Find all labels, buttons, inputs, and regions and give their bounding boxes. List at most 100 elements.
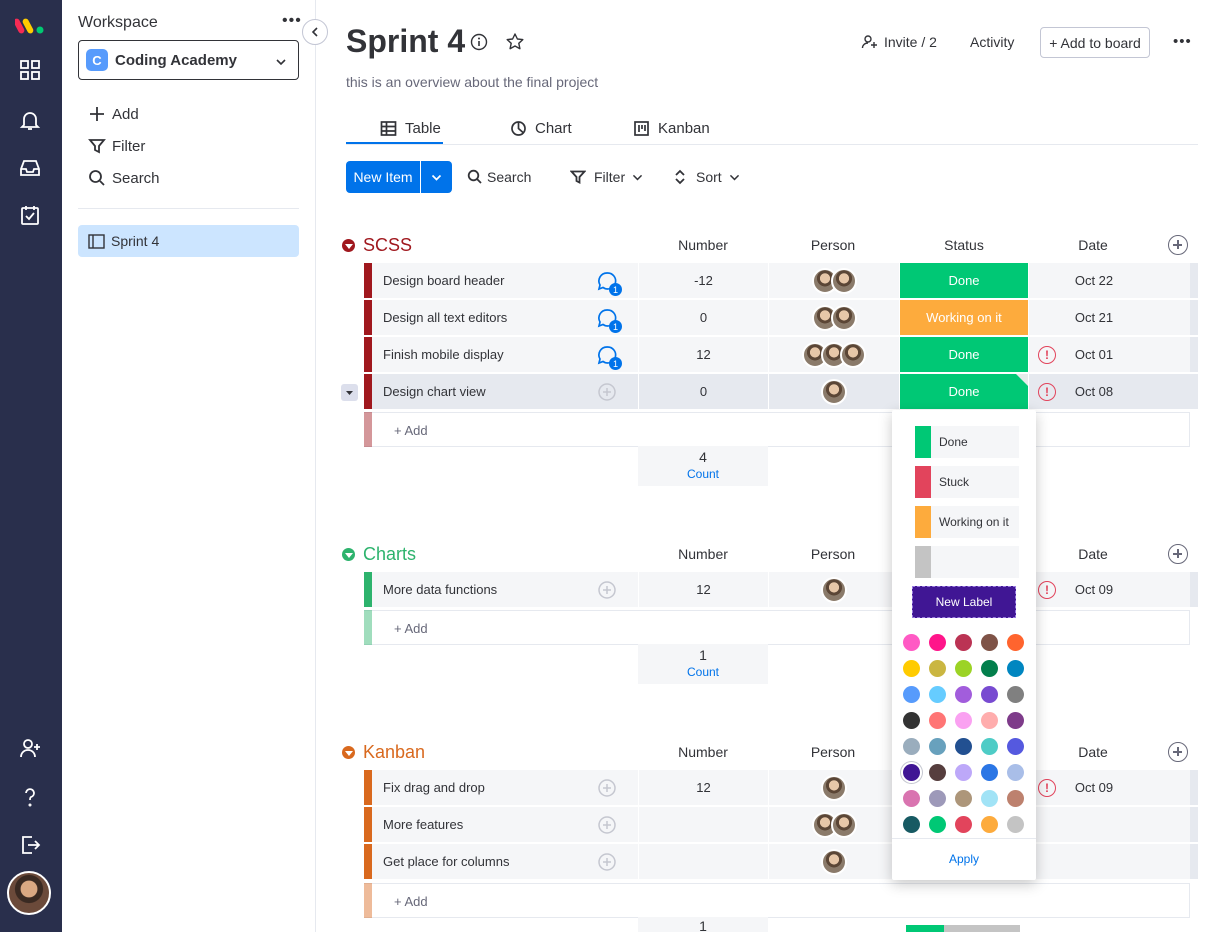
table-row[interactable]: More data functions 12 Oct 09: [364, 572, 1198, 607]
table-row[interactable]: Get place for columns: [364, 844, 1198, 879]
color-swatch[interactable]: [955, 790, 972, 807]
updates-bubble-icon[interactable]: 1: [596, 344, 622, 370]
grid-icon[interactable]: [17, 57, 43, 83]
board-description[interactable]: this is an overview about the final proj…: [346, 74, 598, 90]
color-swatch[interactable]: [903, 686, 920, 703]
color-swatch[interactable]: [903, 764, 920, 781]
info-icon[interactable]: [470, 33, 488, 56]
color-swatch[interactable]: [981, 660, 998, 677]
color-swatch[interactable]: [903, 660, 920, 677]
chevron-down-icon[interactable]: [342, 548, 355, 561]
column-header-person[interactable]: Person: [768, 744, 898, 760]
person-cell[interactable]: [768, 263, 899, 298]
chevron-down-icon[interactable]: [342, 239, 355, 252]
color-swatch[interactable]: [1007, 712, 1024, 729]
item-name[interactable]: More features: [383, 817, 463, 832]
color-swatch[interactable]: [903, 738, 920, 755]
new-label-input[interactable]: New Label: [912, 586, 1016, 618]
updates-bubble-icon[interactable]: 1: [596, 270, 622, 296]
number-cell[interactable]: 12: [638, 770, 768, 805]
add-item-row[interactable]: + Add: [364, 610, 1190, 645]
person-cell[interactable]: [768, 572, 899, 607]
table-row[interactable]: Finish mobile display 1 12 Done Oct 01: [364, 337, 1198, 372]
person-cell[interactable]: [768, 374, 899, 409]
color-swatch[interactable]: [903, 712, 920, 729]
status-option-stuck[interactable]: Stuck: [915, 466, 1019, 498]
column-header-number[interactable]: Number: [638, 744, 768, 760]
color-swatch[interactable]: [1007, 764, 1024, 781]
collapse-sidebar-button[interactable]: [302, 19, 328, 45]
add-update-icon[interactable]: [596, 777, 618, 799]
group-title-charts[interactable]: Charts: [342, 544, 416, 565]
item-name[interactable]: Fix drag and drop: [383, 780, 485, 795]
color-swatch[interactable]: [981, 712, 998, 729]
activity-button[interactable]: Activity: [970, 34, 1014, 50]
color-swatch[interactable]: [929, 686, 946, 703]
table-row[interactable]: Fix drag and drop 12 Oct 09: [364, 770, 1198, 805]
add-update-icon[interactable]: [596, 579, 618, 601]
apply-button[interactable]: Apply: [892, 852, 1036, 866]
table-row[interactable]: Design chart view 0 Done Oct 08: [364, 374, 1198, 409]
add-update-icon[interactable]: [596, 851, 618, 873]
workspace-more-icon[interactable]: •••: [282, 12, 302, 30]
item-name[interactable]: Design all text editors: [383, 310, 507, 325]
color-swatch[interactable]: [981, 790, 998, 807]
number-cell[interactable]: [638, 844, 768, 879]
sidebar-search-button[interactable]: Search: [88, 167, 160, 189]
date-cell[interactable]: [1028, 807, 1159, 842]
color-swatch[interactable]: [1007, 790, 1024, 807]
column-header-date[interactable]: Date: [1028, 237, 1158, 253]
add-column-icon[interactable]: [1168, 742, 1188, 762]
add-column-icon[interactable]: [1168, 235, 1188, 255]
date-cell[interactable]: Oct 22: [1028, 263, 1159, 298]
sidebar-item-sprint-4[interactable]: Sprint 4: [78, 225, 299, 257]
color-swatch[interactable]: [903, 634, 920, 651]
color-swatch[interactable]: [1007, 738, 1024, 755]
add-item-row[interactable]: + Add: [364, 412, 1190, 447]
color-swatch[interactable]: [903, 790, 920, 807]
table-row[interactable]: Design board header 1 -12 Done Oct 22: [364, 263, 1198, 298]
color-swatch[interactable]: [1007, 660, 1024, 677]
color-swatch[interactable]: [981, 816, 998, 833]
color-swatch[interactable]: [981, 686, 998, 703]
item-name[interactable]: Design board header: [383, 273, 504, 288]
workspace-selector[interactable]: C Coding Academy: [78, 40, 299, 80]
color-swatch[interactable]: [929, 790, 946, 807]
add-to-board-button[interactable]: + Add to board: [1040, 27, 1150, 58]
color-swatch[interactable]: [955, 764, 972, 781]
color-swatch[interactable]: [955, 816, 972, 833]
invite-button[interactable]: Invite / 2: [861, 33, 937, 50]
color-swatch[interactable]: [1007, 634, 1024, 651]
color-swatch[interactable]: [955, 738, 972, 755]
user-avatar[interactable]: [7, 871, 51, 915]
column-header-person[interactable]: Person: [768, 237, 898, 253]
tab-kanban[interactable]: Kanban: [633, 112, 710, 144]
row-menu-chevron-icon[interactable]: [341, 384, 358, 401]
column-header-status[interactable]: Status: [899, 237, 1029, 253]
table-row[interactable]: Design all text editors 1 0 Working on i…: [364, 300, 1198, 335]
date-cell[interactable]: Oct 21: [1028, 300, 1159, 335]
number-cell[interactable]: -12: [638, 263, 768, 298]
item-name[interactable]: More data functions: [383, 582, 497, 597]
updates-bubble-icon[interactable]: 1: [596, 307, 622, 333]
number-cell[interactable]: 12: [638, 337, 768, 372]
sidebar-filter-button[interactable]: Filter: [88, 135, 145, 157]
sidebar-add-button[interactable]: Add: [88, 103, 139, 125]
number-cell[interactable]: 0: [638, 300, 768, 335]
person-cell[interactable]: [768, 770, 899, 805]
person-cell[interactable]: [768, 844, 899, 879]
tab-table[interactable]: Table: [380, 112, 441, 144]
tab-chart[interactable]: Chart: [510, 112, 572, 144]
status-cell[interactable]: Done: [899, 374, 1028, 409]
color-swatch[interactable]: [929, 738, 946, 755]
color-swatch[interactable]: [955, 634, 972, 651]
color-swatch[interactable]: [955, 660, 972, 677]
color-swatch[interactable]: [929, 764, 946, 781]
add-update-icon[interactable]: [596, 814, 618, 836]
number-cell[interactable]: [638, 807, 768, 842]
inbox-icon[interactable]: [17, 155, 43, 181]
help-icon[interactable]: [17, 784, 43, 810]
status-cell[interactable]: Done: [899, 263, 1028, 298]
color-swatch[interactable]: [1007, 686, 1024, 703]
page-title[interactable]: Sprint 4: [346, 23, 465, 60]
